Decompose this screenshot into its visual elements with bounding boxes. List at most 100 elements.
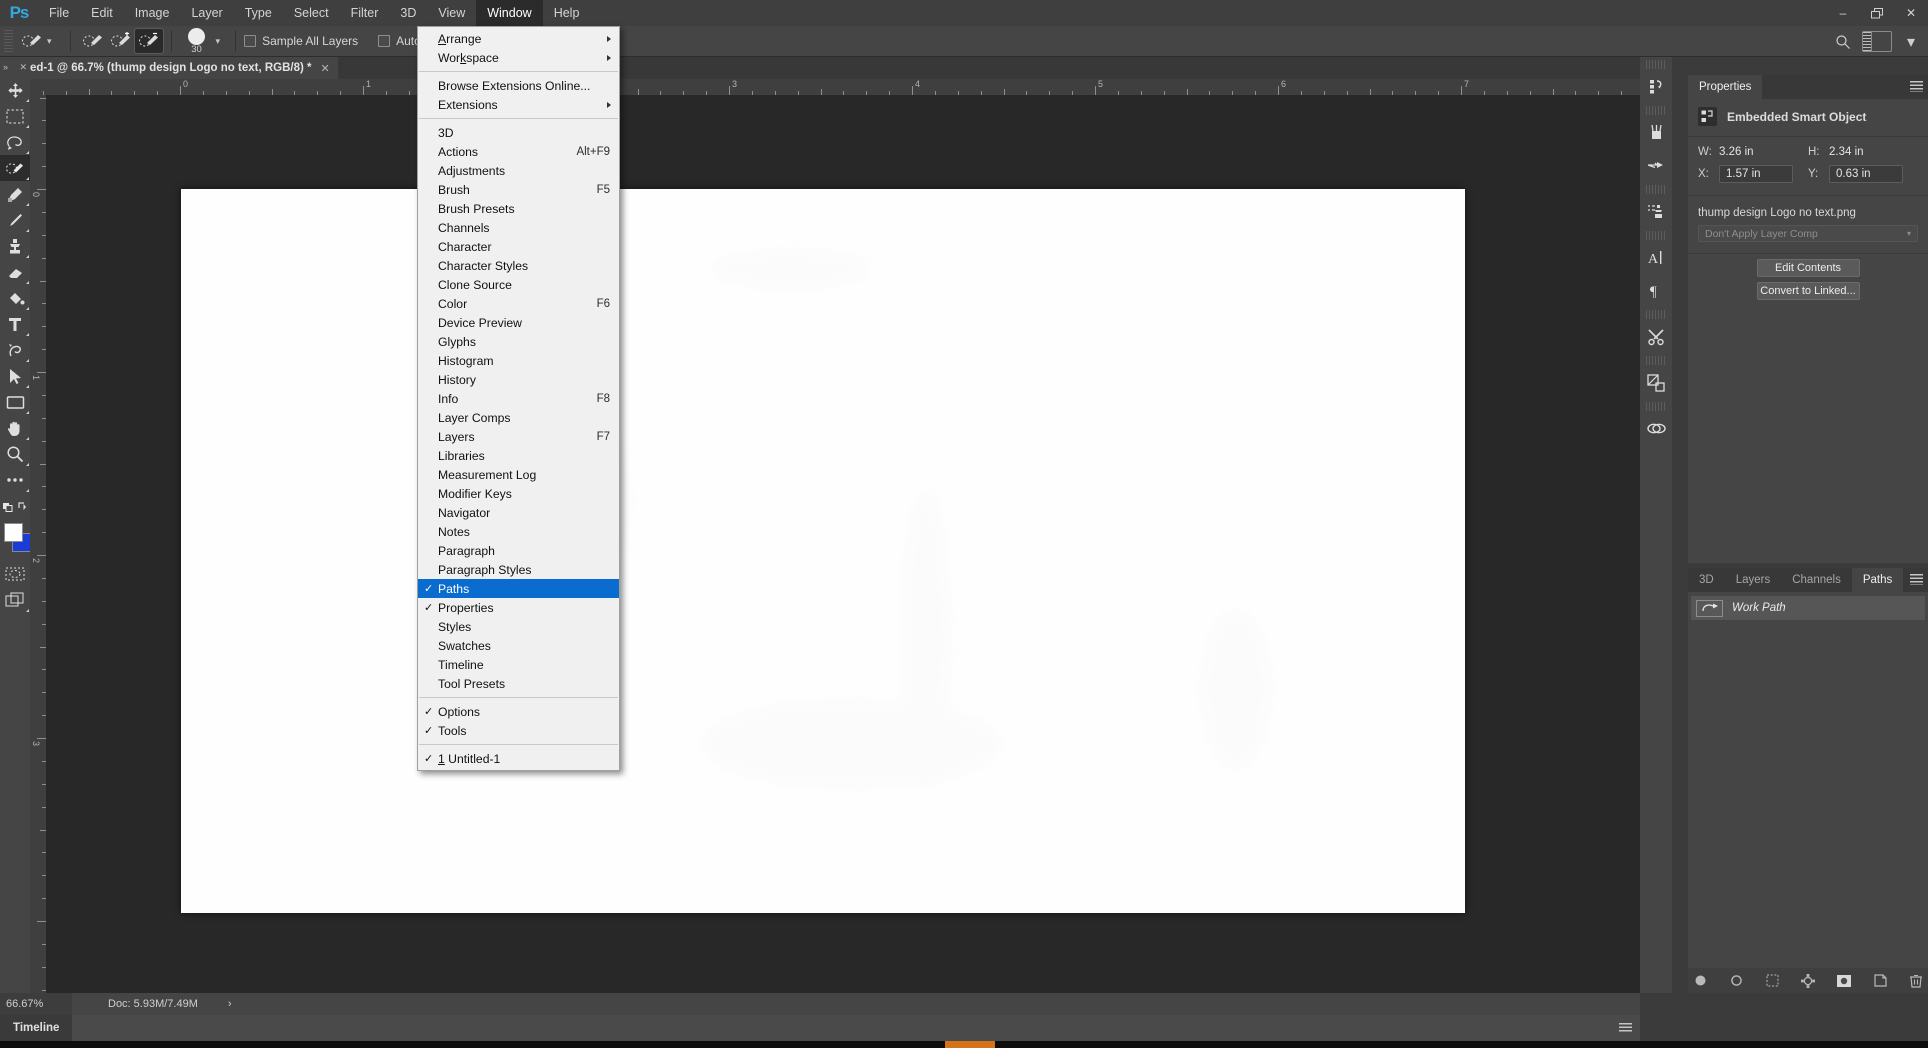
path-selection-tool[interactable] bbox=[0, 363, 30, 389]
window-menu-item-layer-comps[interactable]: Layer Comps bbox=[418, 408, 619, 427]
menu-select[interactable]: Select bbox=[283, 0, 340, 26]
stroke-path-icon[interactable] bbox=[1729, 973, 1744, 988]
rail-grip[interactable] bbox=[1646, 185, 1666, 194]
document-info[interactable]: Doc: 5.93M/7.49M › bbox=[108, 998, 232, 1010]
lasso-tool[interactable] bbox=[0, 129, 30, 155]
menu-layer[interactable]: Layer bbox=[180, 0, 233, 26]
quick-mask-mode-tool[interactable] bbox=[0, 561, 30, 587]
window-menu-item-layers[interactable]: LayersF7 bbox=[418, 427, 619, 446]
window-menu-item-notes[interactable]: Notes bbox=[418, 522, 619, 541]
pen-tool[interactable] bbox=[0, 337, 30, 363]
type-tool[interactable] bbox=[0, 311, 30, 337]
document-tab-untitled-1[interactable]: ed-1 @ 66.7% (thump design Logo no text,… bbox=[30, 57, 338, 79]
window-menu-item-device-preview[interactable]: Device Preview bbox=[418, 313, 619, 332]
paths-panel-menu-icon[interactable] bbox=[1910, 574, 1923, 585]
window-menu-item-actions[interactable]: ActionsAlt+F9 bbox=[418, 142, 619, 161]
window-menu-item-paragraph[interactable]: Paragraph bbox=[418, 541, 619, 560]
tab-properties[interactable]: Properties bbox=[1688, 75, 1762, 99]
tab-layers[interactable]: Layers bbox=[1725, 568, 1782, 592]
screen-mode-tool[interactable] bbox=[0, 587, 30, 613]
quick-selection-tool[interactable] bbox=[0, 155, 30, 181]
menu-view[interactable]: View bbox=[427, 0, 476, 26]
clone-stamp-tool[interactable] bbox=[0, 233, 30, 259]
brush-tool[interactable] bbox=[0, 207, 30, 233]
adjustments-panel-icon[interactable] bbox=[1640, 320, 1672, 353]
zoom-tool[interactable] bbox=[0, 441, 30, 467]
canvas-viewport[interactable] bbox=[46, 95, 1640, 993]
brush-size-preview[interactable]: 30 bbox=[180, 28, 214, 55]
window-menu-item-modifier-keys[interactable]: Modifier Keys bbox=[418, 484, 619, 503]
minimize-icon[interactable]: – bbox=[1826, 0, 1860, 26]
doc-info-expand-icon[interactable]: › bbox=[228, 998, 232, 1010]
subtract-from-selection-button[interactable] bbox=[135, 29, 163, 53]
artboard[interactable] bbox=[181, 189, 1465, 913]
workspace-switcher-icon[interactable] bbox=[1860, 26, 1894, 57]
history-panel-icon[interactable] bbox=[1640, 70, 1672, 103]
window-menu-item-brush-presets[interactable]: Brush Presets bbox=[418, 199, 619, 218]
load-path-as-selection-icon[interactable] bbox=[1765, 973, 1780, 988]
rail-grip[interactable] bbox=[1646, 402, 1666, 411]
path-list-item[interactable]: Work Path bbox=[1691, 596, 1925, 620]
rail-grip[interactable] bbox=[1646, 356, 1666, 365]
menu-image[interactable]: Image bbox=[124, 0, 181, 26]
paint-bucket-tool[interactable] bbox=[0, 285, 30, 311]
edit-toolbar-tool[interactable] bbox=[0, 467, 30, 493]
add-to-selection-button[interactable] bbox=[107, 29, 135, 53]
options-bar-grip[interactable] bbox=[4, 30, 13, 52]
close-tools-icon[interactable]: ✕ bbox=[19, 62, 27, 73]
window-menu-item-info[interactable]: InfoF8 bbox=[418, 389, 619, 408]
window-menu-item-tools[interactable]: ✓Tools bbox=[418, 721, 619, 740]
brush-presets-panel-icon[interactable] bbox=[1640, 116, 1672, 149]
menu-file[interactable]: File bbox=[38, 0, 80, 26]
tool-preset-chevron-icon[interactable]: ▾ bbox=[47, 36, 52, 47]
window-menu-item-styles[interactable]: Styles bbox=[418, 617, 619, 636]
default-colors-and-swap[interactable] bbox=[0, 493, 30, 519]
vertical-ruler[interactable]: 0123 bbox=[30, 95, 46, 993]
window-menu-item-properties[interactable]: ✓Properties bbox=[418, 598, 619, 617]
tools-panel-header[interactable]: » ✕ bbox=[0, 57, 30, 77]
character-panel-icon[interactable]: A bbox=[1640, 241, 1672, 274]
window-menu-item-channels[interactable]: Channels bbox=[418, 218, 619, 237]
tab-paths[interactable]: Paths bbox=[1852, 568, 1903, 592]
brush-panel-icon[interactable] bbox=[1640, 149, 1672, 182]
window-menu-item-timeline[interactable]: Timeline bbox=[418, 655, 619, 674]
window-menu-item-character[interactable]: Character bbox=[418, 237, 619, 256]
clone-source-panel-icon[interactable] bbox=[1640, 195, 1672, 228]
menu-window[interactable]: Window bbox=[476, 0, 542, 26]
make-work-path-icon[interactable] bbox=[1801, 973, 1816, 988]
close-icon[interactable]: ✕ bbox=[1894, 0, 1928, 26]
x-input[interactable]: 1.57 in bbox=[1719, 165, 1793, 183]
window-menu-item-tool-presets[interactable]: Tool Presets bbox=[418, 674, 619, 693]
window-menu-item-glyphs[interactable]: Glyphs bbox=[418, 332, 619, 351]
properties-panel-menu-icon[interactable] bbox=[1910, 81, 1923, 92]
window-menu-item-character-styles[interactable]: Character Styles bbox=[418, 256, 619, 275]
color-swatches[interactable] bbox=[0, 521, 30, 561]
window-menu-item-swatches[interactable]: Swatches bbox=[418, 636, 619, 655]
foreground-color-swatch[interactable] bbox=[4, 523, 23, 542]
delete-path-icon[interactable] bbox=[1909, 973, 1924, 988]
current-tool-preset[interactable]: ▾ bbox=[16, 28, 62, 54]
workspace-chevron-icon[interactable]: ▾ bbox=[1894, 26, 1928, 57]
window-menu-item-color[interactable]: ColorF6 bbox=[418, 294, 619, 313]
menu-filter[interactable]: Filter bbox=[340, 0, 390, 26]
close-document-icon[interactable]: ✕ bbox=[321, 62, 330, 75]
menu-3d[interactable]: 3D bbox=[389, 0, 427, 26]
window-menu-item-history[interactable]: History bbox=[418, 370, 619, 389]
convert-to-linked-button[interactable]: Convert to Linked... bbox=[1757, 282, 1860, 300]
search-icon[interactable] bbox=[1826, 26, 1860, 57]
window-menu-item-1-untitled-1[interactable]: ✓1 Untitled-1 bbox=[418, 749, 619, 768]
window-menu-item-paths[interactable]: ✓Paths bbox=[418, 579, 619, 598]
eyedropper-tool[interactable] bbox=[0, 181, 30, 207]
window-menu-item-arrange[interactable]: Arrange bbox=[418, 29, 619, 48]
window-menu-dropdown[interactable]: ArrangeWorkspaceBrowse Extensions Online… bbox=[417, 26, 620, 771]
move-tool[interactable] bbox=[0, 77, 30, 103]
restore-icon[interactable] bbox=[1860, 0, 1894, 26]
new-selection-button[interactable] bbox=[79, 29, 107, 53]
horizontal-ruler[interactable]: 01234567 bbox=[30, 79, 1640, 95]
hand-tool[interactable] bbox=[0, 415, 30, 441]
window-menu-item-adjustments[interactable]: Adjustments bbox=[418, 161, 619, 180]
eraser-tool[interactable] bbox=[0, 259, 30, 285]
window-menu-item-histogram[interactable]: Histogram bbox=[418, 351, 619, 370]
collapse-tools-icon[interactable]: » bbox=[3, 62, 8, 72]
window-menu-item-libraries[interactable]: Libraries bbox=[418, 446, 619, 465]
